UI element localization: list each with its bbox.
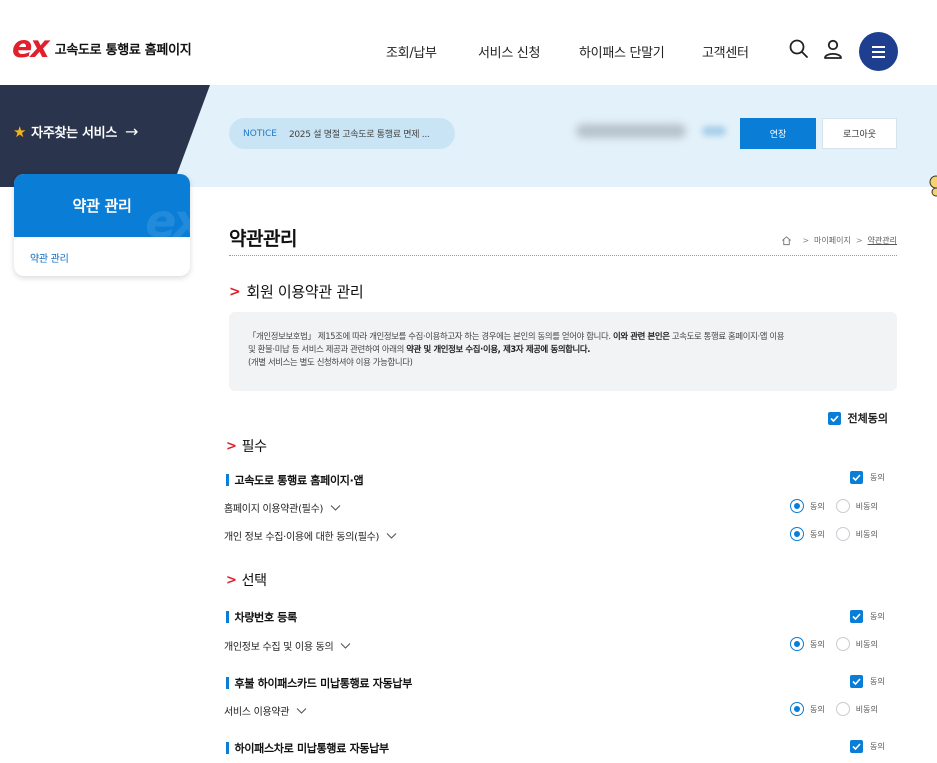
disagree-radio[interactable]: 비동의 bbox=[835, 637, 878, 651]
checkbox-checked-icon bbox=[850, 610, 863, 623]
group-agree-checkbox[interactable]: 동의 bbox=[850, 675, 885, 688]
consent-notice-box: 「개인정보보호법」 제15조에 따라 개인정보를 수집·이용하고자 하는 경우에… bbox=[229, 312, 897, 391]
term-service-usage-radios: 동의 비동의 bbox=[790, 702, 878, 716]
agree-radio[interactable]: 동의 bbox=[790, 527, 825, 541]
ex-logo-mark: ex bbox=[12, 30, 50, 65]
search-icon[interactable] bbox=[787, 37, 811, 61]
nav-service-request[interactable]: 서비스 신청 bbox=[478, 42, 540, 61]
section-title-text: 회원 이용약관 관리 bbox=[246, 283, 364, 301]
mascot-icon bbox=[929, 175, 937, 197]
favorites-label: 자주찾는 서비스 bbox=[31, 126, 118, 141]
nav-inquiry-payment[interactable]: 조회/납부 bbox=[386, 42, 437, 61]
notice-line-3: (개별 서비스는 별도 신청하셔야 이용 가능합니다) bbox=[248, 357, 413, 367]
chevron-down-icon bbox=[296, 707, 307, 714]
checkbox-checked-icon bbox=[827, 411, 841, 425]
notice-text: 2025 설 명절 고속도로 통행료 면제 ... bbox=[288, 130, 430, 140]
session-extend-button[interactable]: 연장 bbox=[740, 118, 816, 149]
checkbox-checked-icon bbox=[850, 471, 863, 484]
group-title-vehicle-number: 차량번호 등록 bbox=[226, 609, 297, 625]
group-agree-checkbox[interactable]: 동의 bbox=[850, 471, 885, 484]
chevron-right-icon: > bbox=[855, 236, 863, 245]
term-vehicle-privacy-radios: 동의 비동의 bbox=[790, 637, 878, 651]
global-header: ex 고속도로 통행료 홈페이지 조회/납부 서비스 신청 하이패스 단말기 고… bbox=[0, 0, 937, 85]
site-name: 고속도로 통행료 홈페이지 bbox=[54, 42, 192, 58]
chevron-bullet-icon: > bbox=[229, 283, 241, 300]
required-heading: > 필수 bbox=[226, 438, 267, 456]
blurred-session-timer bbox=[702, 126, 726, 136]
user-icon[interactable] bbox=[821, 37, 845, 61]
agree-all-checkbox[interactable]: 전체동의 bbox=[827, 410, 888, 426]
side-menu-header: ex 약관 관리 bbox=[14, 174, 190, 248]
checkbox-checked-icon bbox=[850, 675, 863, 688]
blurred-session-info bbox=[576, 124, 686, 138]
chevron-down-icon bbox=[341, 642, 351, 649]
arrow-right-icon: → bbox=[125, 122, 139, 141]
group-agree-checkbox[interactable]: 동의 bbox=[850, 610, 885, 623]
breadcrumb: > 마이페이지 > 약관관리 bbox=[781, 235, 897, 246]
group-title-postpaid-autopay: 후불 하이패스카드 미납통행료 자동납부 bbox=[226, 675, 412, 691]
term-privacy-required[interactable]: 개인 정보 수집·이용에 대한 동의(필수) bbox=[224, 528, 397, 543]
hamburger-menu-icon[interactable] bbox=[859, 32, 898, 71]
group-title-lane-autopay: 하이패스차로 미납통행료 자동납부 bbox=[226, 740, 389, 756]
group-bar-icon bbox=[226, 677, 229, 689]
chevron-down-icon bbox=[330, 504, 341, 511]
agree-radio[interactable]: 동의 bbox=[790, 702, 825, 716]
section-title: > 회원 이용약관 관리 bbox=[229, 281, 364, 302]
checkbox-checked-icon bbox=[850, 740, 863, 753]
nav-hipass-terminal[interactable]: 하이패스 단말기 bbox=[579, 42, 665, 61]
chevron-down-icon bbox=[386, 532, 397, 539]
nav-customer-center[interactable]: 고객센터 bbox=[702, 42, 749, 61]
star-icon: ★ bbox=[13, 122, 27, 141]
side-menu: ex 약관 관리 약관 관리 bbox=[14, 174, 190, 276]
chevron-bullet-icon: > bbox=[226, 572, 237, 588]
term-homepage-usage[interactable]: 홈페이지 이용약관(필수) bbox=[224, 500, 341, 515]
notice-line-2: 및 환불·미납 등 서비스 제공과 관련하여 아래의 약관 및 개인정보 수집·… bbox=[248, 344, 591, 354]
agree-radio[interactable]: 동의 bbox=[790, 637, 825, 651]
agree-all-label: 전체동의 bbox=[847, 412, 888, 425]
group-agree-checkbox[interactable]: 동의 bbox=[850, 740, 885, 753]
breadcrumb-current[interactable]: 약관관리 bbox=[868, 235, 897, 246]
term-homepage-usage-radios: 동의 비동의 bbox=[790, 499, 878, 513]
disagree-radio[interactable]: 비동의 bbox=[835, 527, 878, 541]
term-service-usage[interactable]: 서비스 이용약관 bbox=[224, 703, 307, 718]
disagree-radio[interactable]: 비동의 bbox=[835, 499, 878, 513]
notice-tag: NOTICE bbox=[243, 128, 277, 139]
agree-radio[interactable]: 동의 bbox=[790, 499, 825, 513]
watermark-logo-icon: ex bbox=[145, 194, 190, 248]
site-logo[interactable]: ex 고속도로 통행료 홈페이지 bbox=[12, 30, 192, 65]
chevron-bullet-icon: > bbox=[226, 438, 237, 454]
group-bar-icon bbox=[226, 474, 229, 486]
term-vehicle-privacy[interactable]: 개인정보 수집 및 이용 동의 bbox=[224, 638, 351, 653]
optional-heading: > 선택 bbox=[226, 572, 267, 590]
group-bar-icon bbox=[226, 742, 229, 754]
disagree-radio[interactable]: 비동의 bbox=[835, 702, 878, 716]
side-menu-title: 약관 관리 bbox=[72, 197, 132, 215]
title-divider bbox=[229, 255, 897, 256]
notice-line-1: 「개인정보보호법」 제15조에 따라 개인정보를 수집·이용하고자 하는 경우에… bbox=[248, 331, 785, 341]
favorites-link[interactable]: ★ 자주찾는 서비스 → bbox=[13, 122, 138, 141]
logout-button[interactable]: 로그아웃 bbox=[822, 118, 897, 149]
breadcrumb-mypage[interactable]: 마이페이지 bbox=[814, 235, 851, 246]
notice-ticker[interactable]: NOTICE 2025 설 명절 고속도로 통행료 면제 ... bbox=[229, 118, 455, 149]
home-icon[interactable] bbox=[781, 235, 792, 246]
term-privacy-required-radios: 동의 비동의 bbox=[790, 527, 878, 541]
group-title-homepage-app: 고속도로 통행료 홈페이지·앱 bbox=[226, 472, 364, 488]
page-title: 약관관리 bbox=[229, 228, 297, 250]
chevron-right-icon: > bbox=[802, 236, 810, 245]
group-bar-icon bbox=[226, 611, 229, 623]
